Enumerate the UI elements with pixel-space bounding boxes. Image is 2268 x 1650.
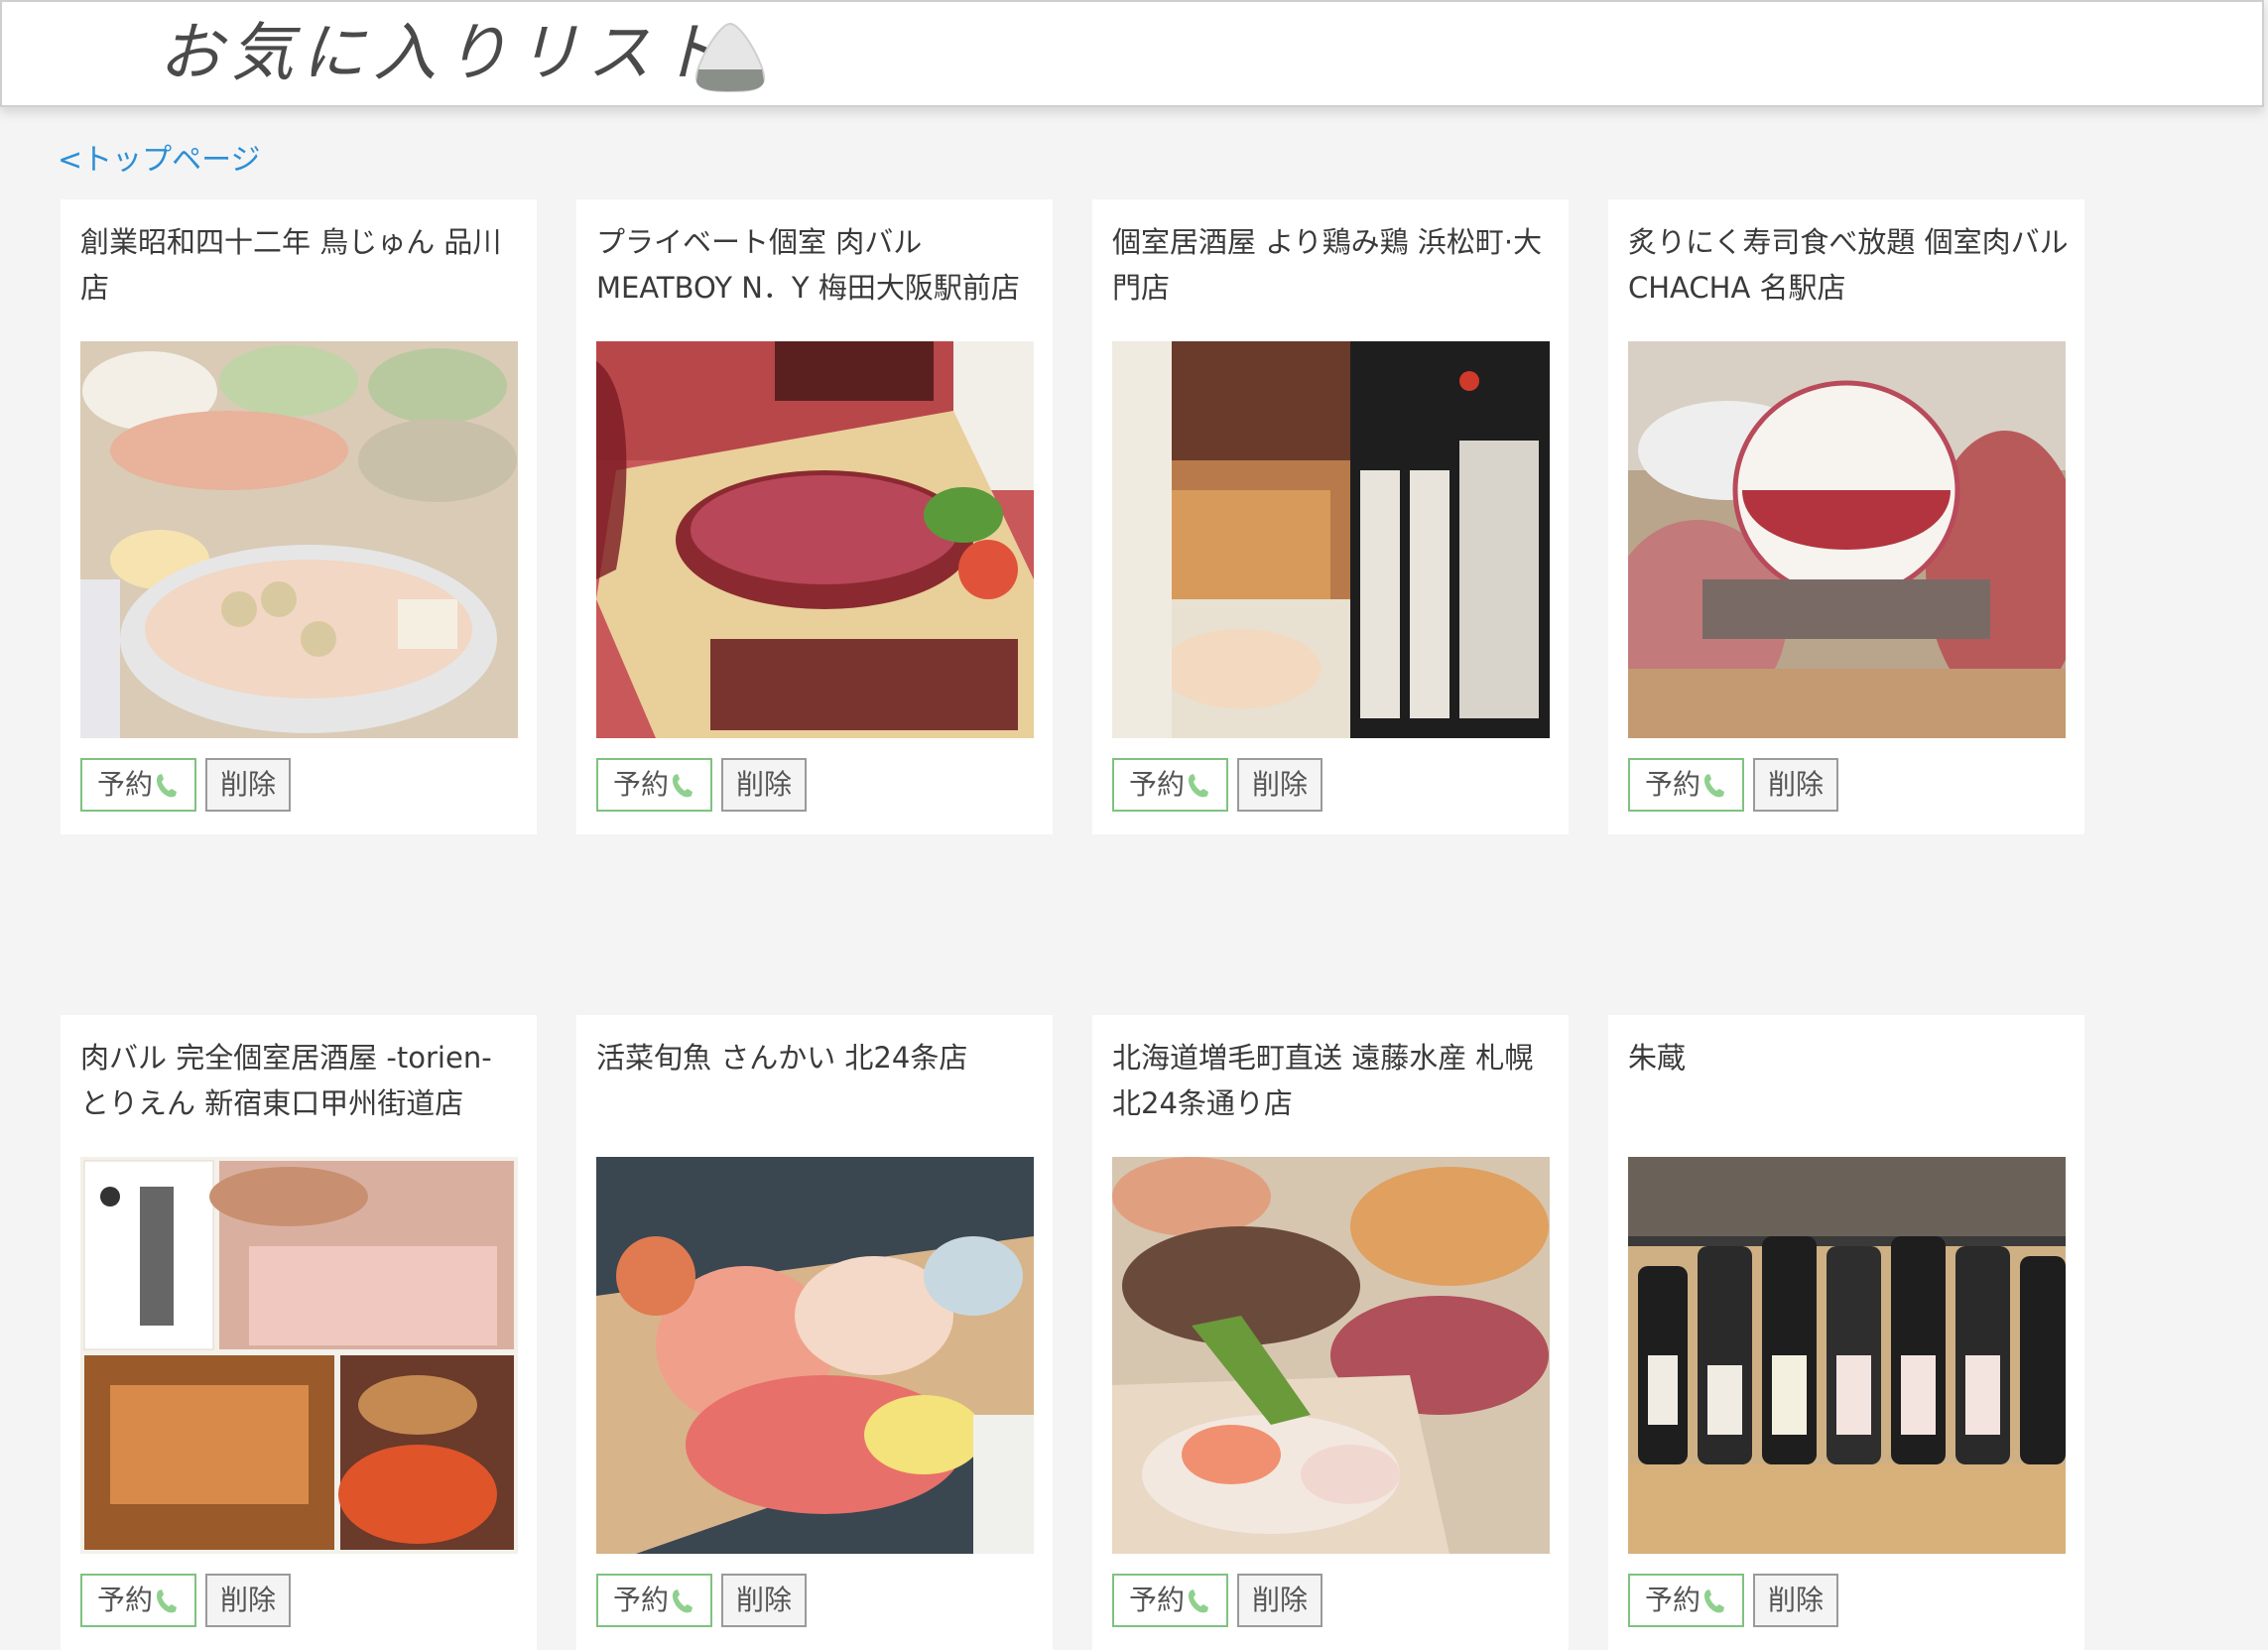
- restaurant-photo[interactable]: [596, 341, 1034, 738]
- restaurant-photo[interactable]: [1112, 341, 1550, 738]
- reserve-button[interactable]: 予約: [596, 758, 712, 812]
- favorite-card: 活菜旬魚 さんかい 北24条店 予約 削除: [576, 1015, 1053, 1650]
- reserve-button[interactable]: 予約: [1112, 758, 1228, 812]
- favorite-card: 創業昭和四十二年 鳥じゅん 品川店 予約 削除: [61, 199, 537, 834]
- onigiri-icon: [694, 22, 766, 93]
- reserve-button[interactable]: 予約: [80, 758, 196, 812]
- delete-button[interactable]: 削除: [1237, 758, 1323, 812]
- top-page-link[interactable]: <トップページ: [58, 135, 261, 179]
- phone-icon: [1188, 774, 1208, 798]
- favorite-card: 肉バル 完全個室居酒屋 -torien- とりえん 新宿東口甲州街道店 予約 削…: [61, 1015, 537, 1650]
- phone-icon: [156, 1589, 177, 1613]
- delete-button[interactable]: 削除: [721, 758, 807, 812]
- reserve-button[interactable]: 予約: [1628, 758, 1744, 812]
- phone-icon: [1188, 1589, 1208, 1613]
- restaurant-name: 朱蔵: [1628, 1041, 1687, 1075]
- delete-button[interactable]: 削除: [1237, 1574, 1323, 1627]
- favorite-card: 北海道増毛町直送 遠藤水産 札幌北24条通り店 予約 削除: [1092, 1015, 1569, 1650]
- restaurant-name: 炙りにく寿司食べ放題 個室肉バル CHACHA 名駅店: [1628, 225, 2069, 305]
- restaurant-photo[interactable]: [80, 341, 518, 738]
- delete-button[interactable]: 削除: [721, 1574, 807, 1627]
- restaurant-photo[interactable]: [1628, 341, 2066, 738]
- favorite-card: 個室居酒屋 より鶏み鶏 浜松町·大門店 予約 削除: [1092, 199, 1569, 834]
- restaurant-name: 創業昭和四十二年 鳥じゅん 品川店: [80, 225, 502, 305]
- reserve-button[interactable]: 予約: [1112, 1574, 1228, 1627]
- restaurant-photo[interactable]: [1628, 1157, 2066, 1554]
- delete-button[interactable]: 削除: [205, 758, 291, 812]
- page-header: お気に入りリスト: [0, 0, 2264, 107]
- favorite-card: 朱蔵 予約 削除: [1608, 1015, 2084, 1650]
- restaurant-name: 個室居酒屋 より鶏み鶏 浜松町·大門店: [1112, 225, 1543, 305]
- restaurant-name: 肉バル 完全個室居酒屋 -torien- とりえん 新宿東口甲州街道店: [80, 1041, 492, 1120]
- restaurant-photo[interactable]: [596, 1157, 1034, 1554]
- reserve-button[interactable]: 予約: [1628, 1574, 1744, 1627]
- favorite-card: 炙りにく寿司食べ放題 個室肉バル CHACHA 名駅店 予約 削除: [1608, 199, 2084, 834]
- delete-button[interactable]: 削除: [1753, 1574, 1838, 1627]
- restaurant-photo[interactable]: [80, 1157, 518, 1554]
- phone-icon: [1703, 774, 1724, 798]
- restaurant-photo[interactable]: [1112, 1157, 1550, 1554]
- favorite-card: プライベート個室 肉バル MEATBOY N．Y 梅田大阪駅前店 予約 削除: [576, 199, 1053, 834]
- restaurant-name: プライベート個室 肉バル MEATBOY N．Y 梅田大阪駅前店: [596, 225, 1020, 305]
- reserve-button[interactable]: 予約: [596, 1574, 712, 1627]
- restaurant-name: 北海道増毛町直送 遠藤水産 札幌北24条通り店: [1112, 1041, 1534, 1120]
- phone-icon: [156, 774, 177, 798]
- phone-icon: [672, 774, 693, 798]
- phone-icon: [1703, 1589, 1724, 1613]
- reserve-button[interactable]: 予約: [80, 1574, 196, 1627]
- delete-button[interactable]: 削除: [1753, 758, 1838, 812]
- phone-icon: [672, 1589, 693, 1613]
- delete-button[interactable]: 削除: [205, 1574, 291, 1627]
- restaurant-name: 活菜旬魚 さんかい 北24条店: [596, 1041, 968, 1075]
- page-title: お気に入りリスト: [159, 17, 730, 90]
